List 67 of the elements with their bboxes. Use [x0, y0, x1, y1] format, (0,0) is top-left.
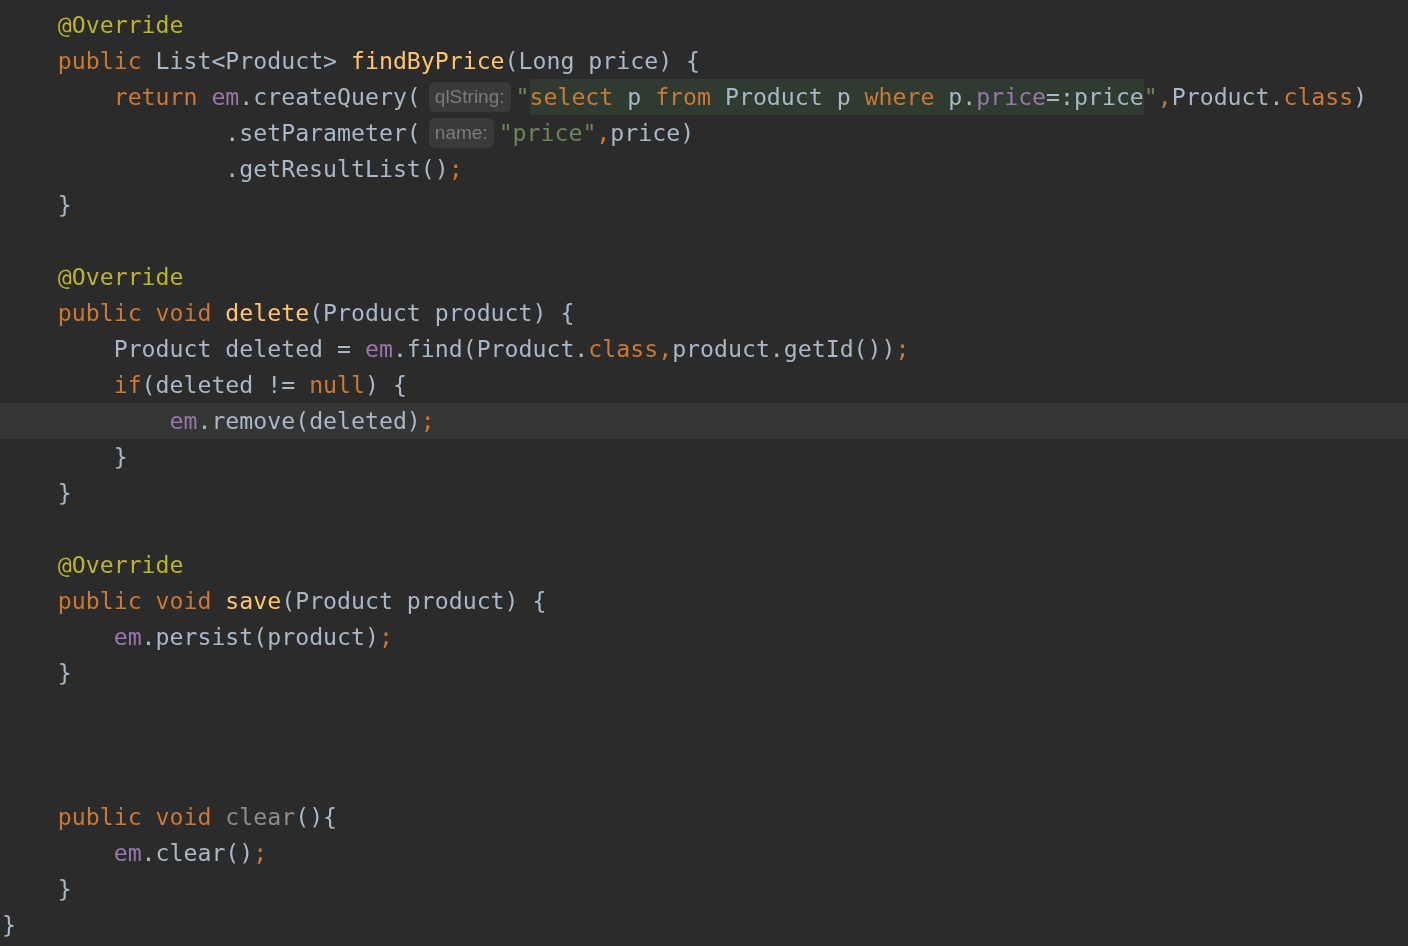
- code-token: ) {: [365, 370, 407, 400]
- code-token: product.getId()): [672, 334, 896, 364]
- code-token: null: [309, 370, 365, 400]
- code-token: ): [1353, 82, 1368, 112]
- parameter-hint: name:: [428, 118, 494, 148]
- code-token: ,: [1157, 82, 1172, 112]
- code-token: if: [112, 370, 142, 400]
- code-token: ;: [253, 838, 268, 868]
- code-token: class: [1283, 82, 1354, 112]
- code-token: (deleted !=: [141, 370, 297, 400]
- code-token: select: [529, 79, 614, 115]
- code-token: .persist(product): [141, 622, 379, 652]
- code-token: Product p: [711, 79, 865, 115]
- code-token: }: [56, 874, 72, 904]
- code-token: =:price: [1046, 79, 1144, 115]
- code-token: .getResultList(): [224, 154, 449, 184]
- code-token: Product.: [1171, 82, 1284, 112]
- code-token: price: [976, 79, 1047, 115]
- code-token: public void: [56, 586, 212, 616]
- code-token: ": [1143, 82, 1158, 112]
- code-token: em: [210, 82, 240, 112]
- code-token: public void: [56, 298, 212, 328]
- code-token: .find(Product.: [392, 334, 589, 364]
- code-token: class: [588, 334, 659, 364]
- code-token: }: [56, 478, 72, 508]
- code-token: em: [168, 406, 198, 436]
- code-token: }: [2, 910, 16, 940]
- code-token: p.: [934, 79, 977, 115]
- code-token: clear: [224, 802, 296, 832]
- code-token: ": [515, 82, 530, 112]
- code-token: Product deleted =: [112, 334, 352, 364]
- code-token: .clear(): [141, 838, 254, 868]
- code-token: (){: [295, 802, 338, 832]
- code-token: ,: [596, 118, 611, 148]
- code-token: ;: [448, 154, 463, 184]
- code-token: findByPrice: [351, 46, 505, 76]
- code-token: .createQuery(: [239, 82, 421, 112]
- code-token: "price": [498, 118, 597, 148]
- code-token: ,: [658, 334, 673, 364]
- code-token: }: [56, 658, 72, 688]
- code-token: @Override: [56, 10, 184, 40]
- code-token: from: [655, 79, 711, 115]
- code-token: em: [364, 334, 393, 364]
- code-token: save: [224, 586, 282, 616]
- code-token: return: [112, 82, 198, 112]
- code-token: public void: [56, 802, 212, 832]
- code-token: (Product product) {: [281, 586, 547, 616]
- code-token: @Override: [56, 550, 184, 580]
- code-token: p: [613, 79, 656, 115]
- parameter-hint: qlString:: [428, 82, 511, 112]
- code-token: where: [864, 79, 935, 115]
- code-token: ;: [895, 334, 910, 364]
- code-token: }: [112, 442, 128, 472]
- code-token: public: [56, 46, 142, 76]
- code-token: }: [56, 190, 72, 220]
- code-token: .remove(deleted): [197, 406, 421, 436]
- code-token: .setParameter(: [224, 118, 421, 148]
- code-token: ;: [420, 406, 435, 436]
- code-token: (Product product) {: [309, 298, 575, 328]
- code-token: delete: [224, 298, 310, 328]
- code-token: em: [112, 622, 142, 652]
- code-token: (Long price) {: [504, 46, 701, 76]
- code-token: price): [610, 118, 695, 148]
- code-token: @Override: [56, 262, 184, 292]
- code-token: List<Product>: [154, 46, 339, 76]
- code-token: ;: [378, 622, 393, 652]
- code-token: em: [112, 838, 142, 868]
